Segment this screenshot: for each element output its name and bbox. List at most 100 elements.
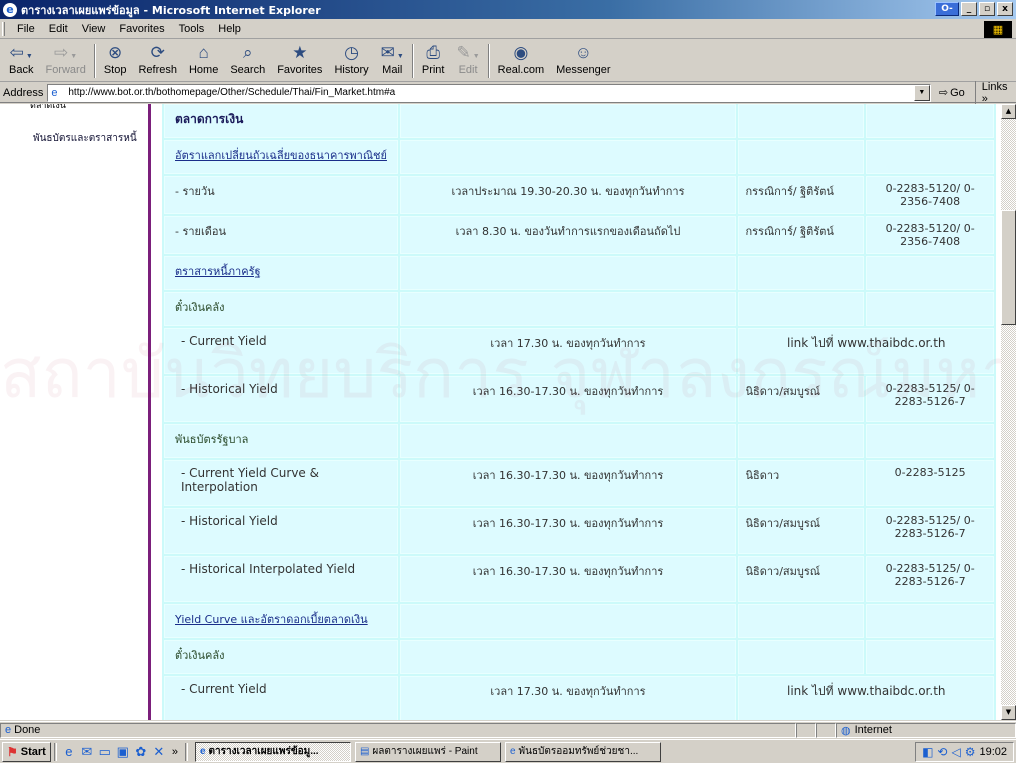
ie-icon: e (509, 746, 516, 757)
table-row: ตลาดการเงิน (164, 104, 994, 138)
close-button[interactable]: x (997, 2, 1013, 16)
status-text: Done (14, 724, 41, 736)
menu-edit[interactable]: Edit (42, 23, 75, 35)
scroll-up-button[interactable]: ▲ (1001, 104, 1016, 119)
address-dropdown-button[interactable]: ▼ (913, 84, 930, 101)
dropdown-arrow-icon[interactable]: ▼ (70, 53, 77, 60)
messenger-button[interactable]: ☺ Messenger (550, 40, 616, 82)
network-tray-icon[interactable]: ◧ (922, 745, 933, 759)
links-button[interactable]: Links » (974, 80, 1016, 105)
page-icon: e (51, 86, 58, 99)
cell-text: ตลาดการเงิน (175, 112, 244, 126)
table-row: ตั๋วเงินคลัง (164, 640, 994, 674)
go-button[interactable]: ⇨ Go (938, 86, 965, 100)
table-row: - Current Yield Curve & Interpolation เวล… (164, 460, 994, 506)
ie-quicklaunch-icon[interactable]: e (60, 743, 78, 761)
schedule-content: ตลาดการเงินอัตราแลกเปลี่ยนถัวเฉลี่ยของธน… (151, 104, 1001, 720)
real-com-button[interactable]: ◉ Real.com (492, 40, 550, 82)
start-button[interactable]: ⚑ Start (2, 741, 51, 762)
favorites-icon: ★ (292, 43, 308, 62)
quicklaunch-chevron[interactable]: » (172, 746, 178, 758)
stop-button[interactable]: ⊗ Stop (98, 40, 133, 82)
dropdown-arrow-icon[interactable]: ▼ (26, 53, 33, 60)
cell-text: นิธิดาว/สมบูรณ์ (745, 385, 820, 398)
sync-tray-icon[interactable]: ⟲ (937, 745, 947, 759)
history-button[interactable]: ◷ History (328, 40, 374, 82)
scroll-down-button[interactable]: ▼ (1001, 705, 1016, 720)
print-button[interactable]: ⎙ Print (416, 40, 451, 82)
globe-icon: ◍ (841, 724, 851, 737)
dropdown-arrow-icon[interactable]: ▼ (473, 53, 480, 60)
refresh-button[interactable]: ⟳ Refresh (132, 40, 183, 82)
menu-favorites[interactable]: Favorites (112, 23, 171, 35)
favorites-button[interactable]: ★ Favorites (271, 40, 328, 82)
settings-tray-icon[interactable]: ⚙ (965, 745, 976, 759)
help-button[interactable]: O- (935, 2, 959, 16)
cell-text: นิธิดาว/สมบูรณ์ (745, 565, 820, 578)
taskbar-button[interactable]: e ตารางเวลาเผยแพร่ข้อมู... (194, 741, 351, 762)
vertical-scrollbar[interactable]: ▲ ▼ (1001, 104, 1016, 720)
menu-help[interactable]: Help (211, 23, 248, 35)
standard-toolbar: ⇦ ▼ Back ⇨ ▼ Forward ⊗ Stop ⟳ Refresh ⌂ Home ⌕ Search… (0, 40, 1016, 82)
cell-text: เวลา 16.30-17.30 น. ของทุกวันทำการ (472, 469, 664, 482)
toolbar-label: Home (188, 64, 219, 76)
cell-text: เวลา 16.30-17.30 น. ของทุกวันทำการ (472, 565, 664, 578)
maximize-button[interactable]: ▫ (979, 2, 995, 16)
menu-file[interactable]: File (10, 23, 42, 35)
refresh-icon: ⟳ (150, 43, 165, 62)
toolbar-label: History (334, 64, 369, 76)
address-input[interactable]: e http://www.bot.or.th/bothomepage/Other… (47, 83, 931, 102)
cell-text: กรรณิการ์/ ฐิติรัตน์ (745, 185, 834, 198)
cell-text: 0-2283-5120/ 0-2356-7408 (885, 182, 975, 208)
back-button[interactable]: ⇦ ▼ Back (3, 40, 39, 82)
title-bar: e ตารางเวลาเผยแพร่ข้อมูล - Microsoft Int… (0, 0, 1016, 19)
taskbar-button[interactable]: e พันธบัตรออมทรัพย์ช่วยชา... (504, 741, 661, 762)
edit-button[interactable]: ✎ ▼ Edit (450, 40, 485, 82)
cell-text: - Current Yield (181, 334, 267, 348)
app-quicklaunch-icon[interactable]: ▣ (114, 743, 132, 761)
status-bar: e Done ◍ Internet (0, 721, 1016, 738)
table-row: - Current Yield เวลา 17.30 น. ของทุกวันทำ… (164, 676, 994, 720)
home-button[interactable]: ⌂ Home (183, 40, 224, 82)
nav-item-partial[interactable]: ตลาดเงิน (30, 104, 66, 112)
cell-text: กรรณิการ์/ ฐิติรัตน์ (745, 225, 834, 238)
address-url[interactable]: http://www.bot.or.th/bothomepage/Other/S… (68, 87, 395, 98)
section-link[interactable]: อัตราแลกเปลี่ยนถัวเฉลี่ยของธนาคารพาณิชย์ (175, 149, 387, 162)
butterfly-quicklaunch-icon[interactable]: ✿ (132, 743, 150, 761)
search-button[interactable]: ⌕ Search (224, 40, 271, 82)
mail-button[interactable]: ✉ ▼ Mail (375, 40, 410, 82)
go-label: Go (950, 86, 965, 99)
scroll-thumb[interactable] (1001, 210, 1016, 325)
ie-icon: e (199, 746, 206, 757)
history-icon: ◷ (344, 43, 359, 62)
section-link[interactable]: Yield Curve และอัตราดอกเบี้ยตลาดเงิน (175, 613, 368, 626)
dropdown-arrow-icon[interactable]: ▼ (397, 53, 404, 60)
outlook-quicklaunch-icon[interactable]: ✉ (78, 743, 96, 761)
desktop-quicklaunch-icon[interactable]: ▭ (96, 743, 114, 761)
menu-tools[interactable]: Tools (172, 23, 212, 35)
section-link[interactable]: ตราสารหนี้ภาครัฐ (175, 265, 261, 278)
minimize-button[interactable]: _ (961, 2, 977, 16)
toolbar-label: Back (9, 64, 34, 76)
security-zone: ◍ Internet (836, 722, 1016, 738)
volume-tray-icon[interactable]: ◁ (951, 745, 960, 759)
cell-text: - Current Yield (181, 682, 267, 696)
cell-text: เวลา 17.30 น. ของทุกวันทำการ (490, 337, 646, 350)
go-arrow-icon: ⇨ (938, 87, 949, 99)
x-quicklaunch-icon[interactable]: ✕ (150, 743, 168, 761)
schedule-table: ตลาดการเงินอัตราแลกเปลี่ยนถัวเฉลี่ยของธน… (162, 104, 996, 720)
taskbar-button[interactable]: ▤ ผลตารางเผยแพร่ - Paint (354, 741, 501, 762)
realcom-icon: ◉ (513, 43, 529, 62)
table-row: อัตราแลกเปลี่ยนถัวเฉลี่ยของธนาคารพาณิชย์ (164, 140, 994, 174)
forward-button[interactable]: ⇨ ▼ Forward (39, 40, 91, 82)
system-tray: ◧ ⟲ ◁ ⚙ 19:02 (915, 741, 1014, 762)
external-link[interactable]: link ไปที่ www.thaibdc.or.th (787, 336, 946, 350)
taskbar-button-label: ผลตารางเผยแพร่ - Paint (372, 746, 478, 757)
cell-text: ตั๋วเงินคลัง (175, 649, 225, 662)
menu-view[interactable]: View (75, 23, 113, 35)
cell-text: - รายเดือน (175, 225, 227, 238)
table-row: Yield Curve และอัตราดอกเบี้ยตลาดเงิน (164, 604, 994, 638)
external-link[interactable]: link ไปที่ www.thaibdc.or.th (787, 684, 946, 698)
nav-item-bonds[interactable]: พันธบัตรและตราสารหนี้ (33, 131, 137, 146)
address-label: Address (3, 86, 44, 99)
